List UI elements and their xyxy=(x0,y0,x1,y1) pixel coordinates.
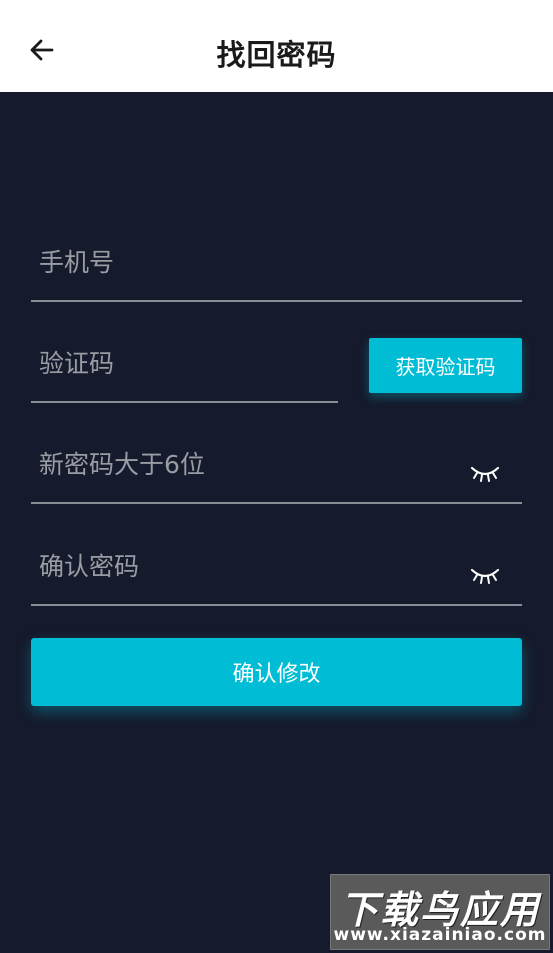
new-password-field xyxy=(31,434,522,504)
confirm-password-field xyxy=(31,536,522,606)
new-password-input[interactable] xyxy=(39,434,460,494)
watermark-logo: 下载鸟应用 www.xiazainiao.com xyxy=(330,874,550,950)
code-field xyxy=(31,333,338,403)
code-input[interactable] xyxy=(39,333,329,393)
get-code-button[interactable]: 获取验证码 xyxy=(369,338,522,393)
phone-field xyxy=(31,232,522,302)
eye-closed-icon[interactable] xyxy=(470,464,500,484)
submit-button[interactable]: 确认修改 xyxy=(31,638,522,706)
page-title: 找回密码 xyxy=(216,38,337,72)
form-container: 获取验证码 确认修改 xyxy=(0,92,553,953)
phone-input[interactable] xyxy=(39,232,460,292)
app-root: 找回密码 获取验证码 确认修改 下载鸟应用 www.xiaza xyxy=(0,0,553,953)
watermark-url: www.xiazainiao.com xyxy=(333,925,547,945)
confirm-password-input[interactable] xyxy=(39,536,460,596)
eye-closed-icon[interactable] xyxy=(470,566,500,586)
top-bar: 找回密码 xyxy=(0,0,553,92)
